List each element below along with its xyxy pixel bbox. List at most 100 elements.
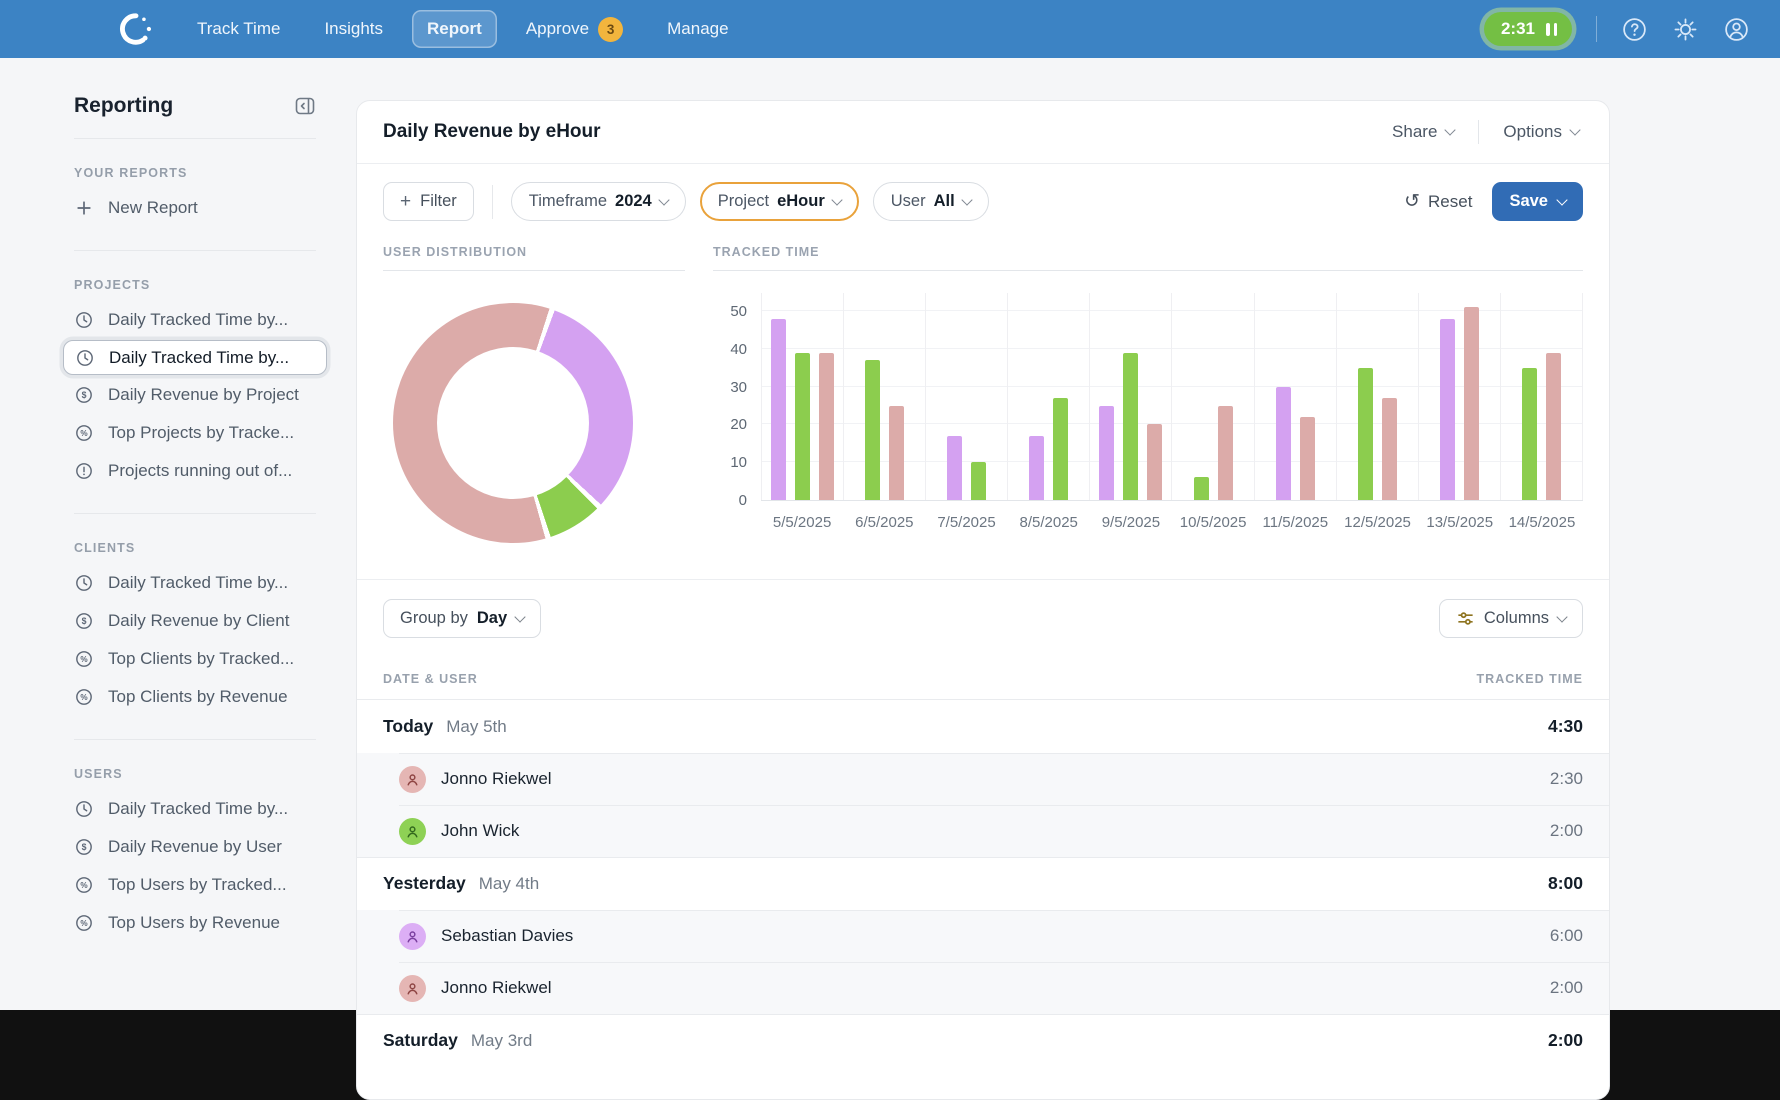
nav-item-manage[interactable]: Manage [652,10,743,48]
sidebar-item-daily-revenue-by-user[interactable]: $Daily Revenue by User [63,829,327,865]
percent-icon: % [74,649,94,669]
svg-text:%: % [80,693,88,702]
report-card: Daily Revenue by eHour Share Options + F… [356,100,1610,1100]
save-button[interactable]: Save [1492,182,1583,221]
options-button[interactable]: Options [1479,122,1583,142]
sidebar-item-top-clients-by-revenue[interactable]: %Top Clients by Revenue [63,679,327,715]
x-tick-label: 13/5/2025 [1419,514,1501,531]
nav-item-insights[interactable]: Insights [309,10,398,48]
group-date: May 4th [479,874,539,894]
sidebar-item-top-projects-by-tracke[interactable]: % Top Projects by Tracke... [63,415,327,451]
table-row-user-jonno-riekwel[interactable]: Jonno Riekwel2:30 [357,753,1609,805]
sidebar-item-label: Daily Revenue by User [108,837,282,857]
panel-collapse-icon[interactable] [294,95,316,117]
bar-purple [947,436,962,500]
column-header-tracked-time: TRACKED TIME [1477,672,1583,686]
row-divider [399,962,1609,963]
clock-icon [74,573,94,593]
sidebar-item-label: Daily Tracked Time by... [108,573,288,593]
bar-purple [1029,436,1044,500]
svg-text:$: $ [82,616,87,626]
sidebar-item-top-clients-by-tracked[interactable]: %Top Clients by Tracked... [63,641,327,677]
x-tick-label: 12/5/2025 [1336,514,1418,531]
sidebar-item-top-users-by-revenue[interactable]: %Top Users by Revenue [63,905,327,941]
user-time: 6:00 [1550,926,1583,946]
reset-button[interactable]: ↺ Reset [1404,192,1472,212]
nav-item-track-time[interactable]: Track Time [182,10,295,48]
chevron-down-icon [514,611,525,622]
filter-pill-user[interactable]: UserAll [873,182,989,221]
section-divider [74,513,316,514]
user-time: 2:00 [1550,821,1583,841]
sidebar-item-daily-tracked-time-by[interactable]: Daily Tracked Time by... [63,302,327,338]
pill-label: User [891,192,926,211]
table-row-user-sebastian-davies[interactable]: Sebastian Davies6:00 [357,910,1609,962]
svg-text:$: $ [82,390,87,400]
sidebar-item-daily-revenue-by-client[interactable]: $Daily Revenue by Client [63,603,327,639]
table-row-group-today[interactable]: TodayMay 5th4:30 [357,700,1609,753]
column-header-date-user: DATE & USER [383,672,478,686]
bar-rose [1464,307,1479,500]
donut-chart-title: USER DISTRIBUTION [383,245,685,271]
brand-logo-icon[interactable] [118,11,154,47]
bar-rose [889,406,904,501]
dollar-icon: $ [74,385,94,405]
gear-icon[interactable] [1672,16,1699,43]
nav-item-label: Report [427,19,482,39]
percent-icon: % [74,423,94,443]
x-tick-label: 8/5/2025 [1008,514,1090,531]
chevron-down-icon [1556,611,1567,622]
filter-pill-timeframe[interactable]: Timeframe2024 [511,182,686,221]
bar-purple [1440,319,1455,501]
filter-separator [492,185,493,219]
nav-items: Track Time Insights Report Approve3 Manage [182,8,744,51]
row-divider [357,857,1609,858]
timer-pill[interactable]: 2:31 [1484,12,1572,46]
sidebar: Reporting YOUR REPORTSNew ReportPROJECTS… [0,58,356,1010]
bar-group-14-5-2025 [1500,293,1583,500]
sidebar-item-daily-tracked-time-by[interactable]: Daily Tracked Time by... [63,565,327,601]
y-tick-label: 0 [739,492,747,509]
group-time: 2:00 [1548,1030,1583,1051]
filter-pill-project[interactable]: ProjecteHour [700,182,859,221]
pause-icon[interactable] [1546,23,1557,36]
group-by-button[interactable]: Group by Day [383,599,541,638]
group-label: Yesterday [383,873,466,894]
account-icon[interactable] [1723,16,1750,43]
bar-green [865,360,880,500]
sidebar-item-daily-tracked-time-by[interactable]: Daily Tracked Time by... [63,791,327,827]
sidebar-item-daily-tracked-time-by[interactable]: Daily Tracked Time by... [63,340,327,375]
section-label-your-reports: YOUR REPORTS [74,166,316,180]
row-divider [399,910,1609,911]
bar-purple [1276,387,1291,501]
table-row-group-saturday[interactable]: SaturdayMay 3rd2:00 [357,1014,1609,1067]
table-row-user-john-wick[interactable]: John Wick2:00 [357,805,1609,857]
sliders-icon [1456,609,1475,628]
group-time: 8:00 [1548,873,1583,894]
sidebar-item-label: Projects running out of... [108,461,292,481]
group-label: Today [383,716,433,737]
sidebar-item-top-users-by-tracked[interactable]: %Top Users by Tracked... [63,867,327,903]
chevron-down-icon [1556,194,1567,205]
chevron-down-icon [831,194,842,205]
table-row-group-yesterday[interactable]: Yesterday May 4th 8:00 [357,857,1609,910]
y-tick-label: 10 [730,454,747,471]
sidebar-item-label: Top Projects by Tracke... [108,423,294,443]
nav-item-report[interactable]: Report [412,10,497,48]
sidebar-item-projects-running-out-of[interactable]: Projects running out of... [63,453,327,489]
share-button[interactable]: Share [1368,122,1478,142]
sidebar-item-daily-revenue-by-project[interactable]: $Daily Revenue by Project [63,377,327,413]
bar-group-6-5-2025 [843,293,925,500]
help-icon[interactable] [1621,16,1648,43]
user-name: Jonno Riekwel [441,769,552,789]
add-filter-button[interactable]: + Filter [383,182,474,221]
sidebar-item-new-report[interactable]: New Report [63,190,327,226]
bar-rose [819,353,834,501]
section-label-users: USERS [74,767,316,781]
sidebar-divider [74,138,316,139]
table-row-user-jonno-riekwel[interactable]: Jonno Riekwel2:00 [357,962,1609,1014]
y-tick-label: 20 [730,416,747,433]
nav-item-approve[interactable]: Approve3 [511,8,638,51]
y-axis: 01020304050 [713,293,761,501]
columns-button[interactable]: Columns [1439,599,1583,638]
